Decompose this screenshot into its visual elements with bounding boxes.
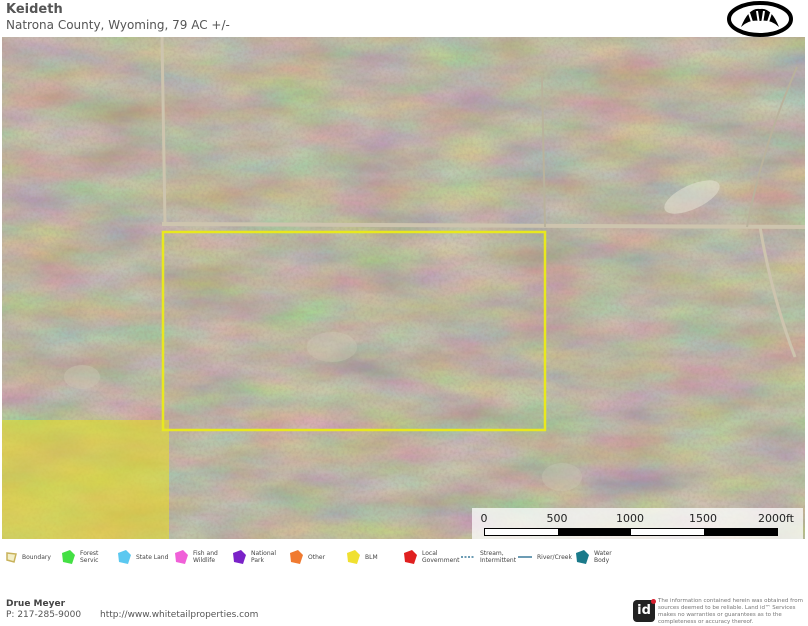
scale-segment bbox=[704, 529, 777, 535]
legend-label: BLM bbox=[365, 553, 378, 561]
legend-label: Local Government bbox=[422, 550, 460, 564]
legend-label: Fish and Wildlife bbox=[193, 550, 218, 564]
legend-item-local-government: Local Government bbox=[402, 544, 460, 570]
legend-item-national-park: National Park bbox=[231, 544, 285, 570]
website-link[interactable]: http://www.whitetailproperties.com bbox=[100, 610, 258, 620]
water-body-icon bbox=[576, 550, 589, 564]
property-subtitle: Natrona County, Wyoming, 79 AC +/- bbox=[6, 18, 230, 32]
legend-item-river-creek: River/Creek bbox=[517, 544, 572, 570]
disclaimer-text: The information contained herein was obt… bbox=[658, 598, 803, 625]
scale-label: 500 bbox=[546, 512, 568, 525]
legend-label: Boundary bbox=[22, 553, 51, 561]
local-government-icon bbox=[404, 550, 417, 564]
legend-item-blm: BLM bbox=[345, 544, 399, 570]
legend-item-boundary: Boundary bbox=[6, 544, 56, 570]
scale-label: 1500 bbox=[689, 512, 717, 525]
legend-item-forest-service: Forest Servic bbox=[60, 544, 114, 570]
agent-phone: P: 217-285-9000 bbox=[6, 610, 82, 620]
scale-track bbox=[484, 528, 778, 536]
agent-name: Drue Meyer bbox=[6, 599, 66, 609]
scale-label: 2000ft bbox=[758, 512, 794, 525]
scale-segment bbox=[558, 529, 631, 535]
legend-label: Water Body bbox=[594, 550, 612, 564]
state-land-icon bbox=[118, 550, 131, 564]
fish-and-wildlife-icon bbox=[175, 550, 188, 564]
legend-label: Other bbox=[308, 553, 326, 561]
legend-label: Stream, Intermittent bbox=[480, 550, 517, 564]
river-creek-icon bbox=[518, 556, 532, 558]
legend-label: National Park bbox=[251, 550, 277, 564]
land-id-dot-icon bbox=[651, 599, 656, 604]
map-legend: Boundary Forest Servic State Land Fish a… bbox=[0, 544, 808, 570]
scale-label: 1000 bbox=[616, 512, 644, 525]
legend-label: State Land bbox=[136, 553, 169, 561]
legend-label: River/Creek bbox=[537, 553, 572, 561]
boundary-icon bbox=[6, 552, 17, 563]
other-icon bbox=[290, 550, 303, 564]
scale-label: 0 bbox=[480, 512, 488, 525]
legend-item-stream-intermittent: Stream, Intermittent bbox=[460, 544, 517, 570]
legend-item-fish-and-wildlife: Fish and Wildlife bbox=[173, 544, 227, 570]
whitetail-logo-icon bbox=[727, 1, 793, 37]
property-title: Keideth bbox=[6, 2, 63, 17]
blm-icon bbox=[347, 550, 360, 564]
national-park-icon bbox=[233, 550, 246, 564]
forest-service-icon bbox=[62, 550, 75, 564]
blm-parcel bbox=[2, 420, 169, 539]
legend-item-other: Other bbox=[288, 544, 342, 570]
legend-label: Forest Servic bbox=[80, 550, 99, 564]
aerial-map[interactable] bbox=[2, 37, 805, 539]
stream-intermittent-icon bbox=[461, 556, 475, 558]
legend-item-water-body: Water Body bbox=[574, 544, 628, 570]
legend-item-state-land: State Land bbox=[116, 544, 170, 570]
scale-bar: 0 500 1000 1500 2000ft bbox=[472, 508, 803, 539]
